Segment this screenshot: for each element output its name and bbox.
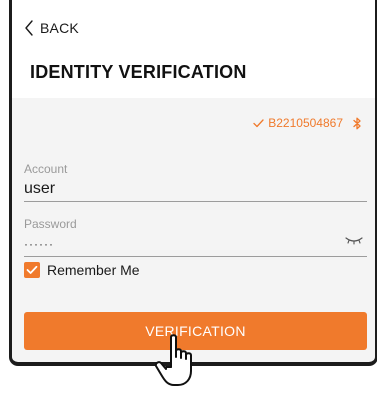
account-input[interactable]: user <box>24 179 367 199</box>
eye-closed-icon[interactable] <box>345 233 363 251</box>
remember-me-label: Remember Me <box>47 262 140 278</box>
password-underline <box>24 256 367 257</box>
account-underline <box>24 201 367 202</box>
page-title: IDENTITY VERIFICATION <box>30 62 247 82</box>
device-status: B2210504867 <box>253 116 361 130</box>
remember-me-checkbox[interactable]: Remember Me <box>24 262 140 278</box>
bluetooth-icon <box>353 117 361 130</box>
phone-frame: BACK IDENTITY VERIFICATION B2210504867 A… <box>9 0 377 366</box>
device-serial: B2210504867 <box>268 116 343 130</box>
password-label: Password <box>24 217 77 231</box>
header: BACK IDENTITY VERIFICATION <box>12 0 375 98</box>
back-button[interactable]: BACK <box>24 20 79 36</box>
hand-pointer-icon <box>154 333 213 394</box>
account-field[interactable]: Account user <box>24 162 367 202</box>
account-label: Account <box>24 162 68 176</box>
page: BACK IDENTITY VERIFICATION B2210504867 A… <box>0 0 377 394</box>
password-field[interactable]: Password ······ <box>24 217 367 257</box>
chevron-left-icon <box>24 20 34 36</box>
check-icon <box>253 118 264 128</box>
back-label: BACK <box>40 20 79 36</box>
password-input[interactable]: ······ <box>24 234 367 254</box>
checkbox-checked-icon[interactable] <box>24 262 40 278</box>
